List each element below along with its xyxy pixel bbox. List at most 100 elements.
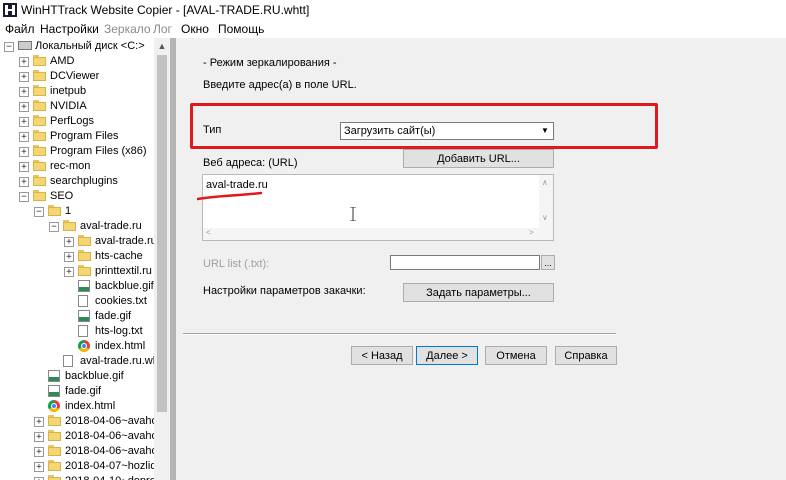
url-textarea[interactable]: aval-trade.ru ∧ ∨ < >: [202, 174, 554, 241]
menu-file[interactable]: Файл: [5, 22, 35, 36]
expand-icon[interactable]: +: [19, 177, 29, 187]
url-list-label: URL list (.txt):: [203, 258, 270, 270]
gif-icon: [48, 370, 60, 382]
tree-item[interactable]: − aval-trade.ru: [0, 219, 154, 234]
tree-item[interactable]: + printtextil.ru: [0, 264, 154, 279]
scroll-right-icon[interactable]: >: [529, 228, 534, 237]
expand-icon[interactable]: +: [64, 252, 74, 262]
doc-icon: [78, 325, 88, 337]
menu-mirror[interactable]: Зеркало: [104, 22, 151, 36]
expand-icon[interactable]: +: [19, 162, 29, 172]
tree-item-label: inetpub: [50, 85, 87, 97]
expand-icon[interactable]: +: [34, 447, 44, 457]
expand-icon[interactable]: +: [34, 432, 44, 442]
expand-icon[interactable]: +: [34, 417, 44, 427]
tree-item-label: SEO: [50, 190, 74, 202]
collapse-icon[interactable]: −: [34, 207, 44, 217]
tree-item-label: 2018-04-06~avaho.r: [65, 445, 165, 457]
collapse-icon[interactable]: −: [49, 222, 59, 232]
tree-item-label: fade.gif: [65, 385, 102, 397]
browse-button[interactable]: ...: [541, 255, 555, 270]
folder-icon: [78, 265, 91, 276]
tree-item[interactable]: fade.gif: [0, 384, 154, 399]
set-params-button[interactable]: Задать параметры...: [403, 283, 554, 302]
folder-icon: [33, 115, 46, 126]
tree-item[interactable]: + DCViewer: [0, 69, 154, 84]
next-button[interactable]: Далее >: [416, 346, 478, 365]
tree-item-label: index.html: [95, 340, 146, 352]
tree-item[interactable]: fade.gif: [0, 309, 154, 324]
tree-item[interactable]: + NVIDIA: [0, 99, 154, 114]
tree-item-label: Локальный диск <C:>: [35, 40, 145, 52]
tree-item-label: backblue.gif: [65, 370, 124, 382]
tree-item[interactable]: + inetpub: [0, 84, 154, 99]
tree-item-label: DCViewer: [50, 70, 100, 82]
url-list-input[interactable]: [390, 255, 540, 270]
tree-item[interactable]: − Локальный диск <C:>: [0, 39, 154, 54]
scroll-up-icon[interactable]: ∧: [542, 178, 548, 187]
menu-log[interactable]: Лог: [153, 22, 172, 36]
collapse-icon[interactable]: −: [4, 42, 14, 52]
textarea-vertical-scrollbar[interactable]: ∧ ∨: [539, 175, 553, 240]
expand-icon[interactable]: +: [19, 147, 29, 157]
menu-help[interactable]: Помощь: [218, 22, 264, 36]
folder-icon: [78, 235, 91, 246]
tree-item[interactable]: cookies.txt: [0, 294, 154, 309]
tree-scroll-thumb[interactable]: [157, 55, 167, 412]
tree-item[interactable]: +2018-04-06~avaho.r: [0, 429, 164, 444]
tree-item[interactable]: −1: [0, 204, 154, 219]
expand-icon[interactable]: +: [19, 117, 29, 127]
tree-item[interactable]: +2018-04-06~avaho.r: [0, 414, 164, 429]
tree-item[interactable]: + Program Files: [0, 129, 154, 144]
tree-item[interactable]: hts-log.txt: [0, 324, 154, 339]
instruction-text: Введите адрес(а) в поле URL.: [203, 79, 357, 91]
tree-item[interactable]: + searchplugins: [0, 174, 154, 189]
highlight-annotation-box: [190, 103, 658, 149]
textarea-horizontal-scrollbar[interactable]: < >: [203, 228, 539, 240]
tree-item-label: cookies.txt: [95, 295, 147, 307]
tree-item-label: PerfLogs: [50, 115, 95, 127]
help-button[interactable]: Справка: [555, 346, 617, 365]
tree-item[interactable]: + hts-cache: [0, 249, 154, 264]
folder-icon: [33, 55, 46, 66]
tree-item-label: 1: [65, 205, 72, 217]
menu-settings[interactable]: Настройки: [40, 22, 99, 36]
scroll-down-icon[interactable]: ∨: [542, 213, 548, 222]
tree-item[interactable]: +2018-04-10~doprec: [0, 474, 161, 480]
collapse-icon[interactable]: −: [19, 192, 29, 202]
tree-item-label: 2018-04-06~avaho.r: [65, 430, 165, 442]
tree-item[interactable]: + Program Files (x86): [0, 144, 154, 159]
tree-item[interactable]: + AMD: [0, 54, 154, 69]
expand-icon[interactable]: +: [19, 87, 29, 97]
tree-item[interactable]: + aval-trade.ru: [0, 234, 157, 249]
expand-icon[interactable]: +: [64, 237, 74, 247]
expand-icon[interactable]: +: [19, 102, 29, 112]
tree-item[interactable]: aval-trade.ru.wh: [0, 354, 159, 369]
expand-icon[interactable]: +: [19, 57, 29, 67]
scroll-left-icon[interactable]: <: [206, 228, 211, 237]
folder-tree[interactable]: − Локальный диск <C:> + AMD + DCViewer + inetpu…: [0, 38, 170, 480]
tree-item[interactable]: +2018-04-06~avaho.r: [0, 444, 164, 459]
tree-item[interactable]: index.html: [0, 339, 154, 354]
tree-item[interactable]: backblue.gif: [0, 279, 154, 294]
tree-item[interactable]: backblue.gif: [0, 369, 154, 384]
folder-icon: [33, 70, 46, 81]
tree-item[interactable]: − SEO: [0, 189, 154, 204]
back-button[interactable]: < Назад: [351, 346, 413, 365]
tree-item[interactable]: +2018-04-07~hozlide: [0, 459, 163, 474]
cancel-button[interactable]: Отмена: [485, 346, 547, 365]
scroll-up-arrow-icon[interactable]: ▲: [154, 38, 170, 54]
tree-item[interactable]: + PerfLogs: [0, 114, 154, 129]
menu-window[interactable]: Окно: [181, 22, 209, 36]
tree-item[interactable]: index.html: [0, 399, 154, 414]
expand-icon[interactable]: +: [34, 462, 44, 472]
tree-item-label: searchplugins: [50, 175, 118, 187]
tree-item-label: NVIDIA: [50, 100, 87, 112]
tree-item[interactable]: + rec-mon: [0, 159, 154, 174]
folder-icon: [33, 160, 46, 171]
expand-icon[interactable]: +: [64, 267, 74, 277]
doc-icon: [78, 295, 88, 307]
expand-icon[interactable]: +: [19, 72, 29, 82]
expand-icon[interactable]: +: [19, 132, 29, 142]
add-url-button[interactable]: Добавить URL...: [403, 149, 554, 168]
